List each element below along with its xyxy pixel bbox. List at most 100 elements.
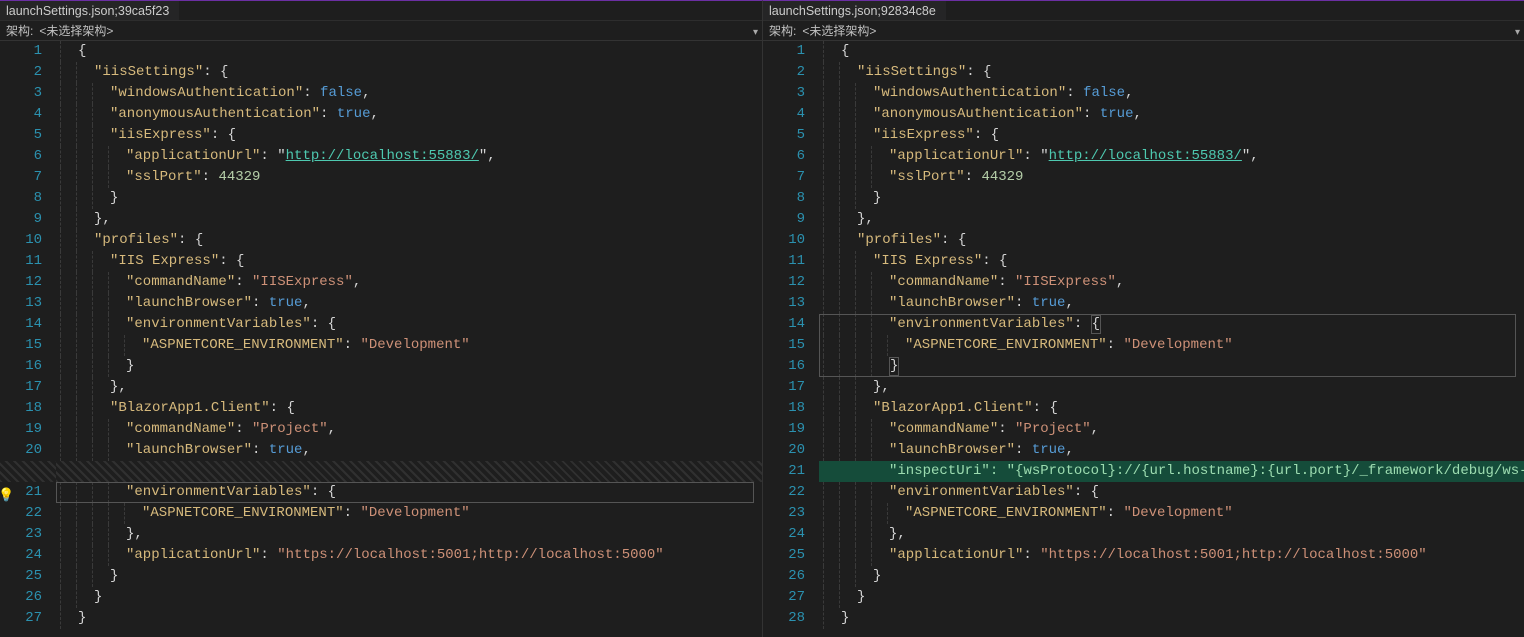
code-text[interactable]: "windowsAuthentication": false, xyxy=(108,83,762,104)
lightbulb-icon[interactable]: 💡 xyxy=(0,485,12,499)
code-text[interactable]: }, xyxy=(124,524,762,545)
code-text[interactable]: "iisExpress": { xyxy=(871,125,1524,146)
code-line[interactable]: 1{ xyxy=(763,41,1524,62)
code-line[interactable]: 7"sslPort": 44329 xyxy=(0,167,762,188)
code-line[interactable]: 6"applicationUrl": "http://localhost:558… xyxy=(763,146,1524,167)
code-cell[interactable]: } xyxy=(819,608,1524,629)
code-text[interactable]: "BlazorApp1.Client": { xyxy=(871,398,1524,419)
code-text[interactable]: } xyxy=(76,608,762,629)
code-cell[interactable]: "iisSettings": { xyxy=(56,62,762,83)
code-cell[interactable]: "ASPNETCORE_ENVIRONMENT": "Development" xyxy=(819,335,1524,356)
code-cell[interactable]: } xyxy=(56,566,762,587)
code-cell[interactable]: "environmentVariables": { xyxy=(56,314,762,335)
code-text[interactable]: "applicationUrl": "https://localhost:500… xyxy=(124,545,762,566)
code-line[interactable]: 13"launchBrowser": true, xyxy=(0,293,762,314)
code-line[interactable]: 14"environmentVariables": { xyxy=(0,314,762,335)
code-cell[interactable]: "commandName": "IISExpress", xyxy=(819,272,1524,293)
code-cell[interactable]: "applicationUrl": "https://localhost:500… xyxy=(56,545,762,566)
code-cell[interactable]: "profiles": { xyxy=(819,230,1524,251)
code-text[interactable]: }, xyxy=(92,209,762,230)
code-line[interactable]: 24"applicationUrl": "https://localhost:5… xyxy=(0,545,762,566)
code-cell[interactable]: } xyxy=(819,356,1524,377)
code-line[interactable]: 14"environmentVariables": { xyxy=(763,314,1524,335)
code-cell[interactable]: }, xyxy=(819,524,1524,545)
code-cell[interactable]: "ASPNETCORE_ENVIRONMENT": "Development" xyxy=(819,503,1524,524)
code-text[interactable]: "iisSettings": { xyxy=(855,62,1524,83)
code-cell[interactable]: { xyxy=(819,41,1524,62)
code-cell[interactable]: "applicationUrl": "http://localhost:5588… xyxy=(819,146,1524,167)
code-line[interactable]: 3"windowsAuthentication": false, xyxy=(763,83,1524,104)
code-line[interactable]: 21"inspectUri": "{wsProtocol}://{url.hos… xyxy=(763,461,1524,482)
arch-value-right[interactable]: <未选择架构> xyxy=(802,21,876,41)
code-text[interactable]: "ASPNETCORE_ENVIRONMENT": "Development" xyxy=(140,335,762,356)
code-line[interactable]: 8} xyxy=(763,188,1524,209)
code-text[interactable]: "launchBrowser": true, xyxy=(887,440,1524,461)
code-text[interactable]: "launchBrowser": true, xyxy=(887,293,1524,314)
code-line[interactable]: 19"commandName": "Project", xyxy=(0,419,762,440)
code-text[interactable]: "profiles": { xyxy=(855,230,1524,251)
code-line[interactable]: 12"commandName": "IISExpress", xyxy=(763,272,1524,293)
code-line[interactable]: 21💡"environmentVariables": { xyxy=(0,482,762,503)
code-text[interactable]: } xyxy=(108,188,762,209)
code-line[interactable]: 2"iisSettings": { xyxy=(763,62,1524,83)
code-cell[interactable]: "environmentVariables": { xyxy=(56,482,762,503)
code-text[interactable]: }, xyxy=(887,524,1524,545)
code-text[interactable]: } xyxy=(124,356,762,377)
code-cell[interactable]: "profiles": { xyxy=(56,230,762,251)
code-cell[interactable]: "ASPNETCORE_ENVIRONMENT": "Development" xyxy=(56,503,762,524)
editor-right[interactable]: 1{2"iisSettings": {3"windowsAuthenticati… xyxy=(763,41,1524,637)
tab-left[interactable]: launchSettings.json;39ca5f23 xyxy=(0,1,180,20)
code-line[interactable]: 11"IIS Express": { xyxy=(0,251,762,272)
code-cell[interactable] xyxy=(56,461,762,482)
code-cell[interactable]: "launchBrowser": true, xyxy=(56,293,762,314)
code-cell[interactable]: { xyxy=(56,41,762,62)
code-cell[interactable]: "environmentVariables": { xyxy=(819,482,1524,503)
code-cell[interactable]: }, xyxy=(56,377,762,398)
chevron-down-icon[interactable]: ▾ xyxy=(753,23,758,43)
code-text[interactable]: }, xyxy=(108,377,762,398)
code-cell[interactable]: "anonymousAuthentication": true, xyxy=(819,104,1524,125)
code-line[interactable]: 9}, xyxy=(0,209,762,230)
code-line[interactable] xyxy=(0,461,762,482)
code-text[interactable]: "applicationUrl": "https://localhost:500… xyxy=(887,545,1524,566)
code-cell[interactable]: "launchBrowser": true, xyxy=(819,440,1524,461)
code-line[interactable]: 13"launchBrowser": true, xyxy=(763,293,1524,314)
code-cell[interactable]: } xyxy=(56,608,762,629)
code-text[interactable]: "profiles": { xyxy=(92,230,762,251)
code-text[interactable]: { xyxy=(839,41,1524,62)
code-line[interactable]: 15"ASPNETCORE_ENVIRONMENT": "Development… xyxy=(0,335,762,356)
code-line[interactable]: 26} xyxy=(763,566,1524,587)
code-text[interactable]: "sslPort": 44329 xyxy=(887,167,1524,188)
code-cell[interactable]: "environmentVariables": { xyxy=(819,314,1524,335)
code-line[interactable]: 27} xyxy=(763,587,1524,608)
code-cell[interactable]: "applicationUrl": "http://localhost:5588… xyxy=(56,146,762,167)
code-cell[interactable]: "commandName": "IISExpress", xyxy=(56,272,762,293)
code-cell[interactable]: "BlazorApp1.Client": { xyxy=(56,398,762,419)
code-cell[interactable]: "applicationUrl": "https://localhost:500… xyxy=(819,545,1524,566)
code-cell[interactable]: } xyxy=(56,356,762,377)
code-text[interactable]: "IIS Express": { xyxy=(108,251,762,272)
code-text[interactable]: "anonymousAuthentication": true, xyxy=(871,104,1524,125)
code-text[interactable]: "iisExpress": { xyxy=(108,125,762,146)
code-line[interactable]: 17}, xyxy=(0,377,762,398)
code-line[interactable]: 18"BlazorApp1.Client": { xyxy=(763,398,1524,419)
code-line[interactable]: 18"BlazorApp1.Client": { xyxy=(0,398,762,419)
code-cell[interactable]: }, xyxy=(56,524,762,545)
code-line[interactable]: 25"applicationUrl": "https://localhost:5… xyxy=(763,545,1524,566)
code-line[interactable]: 4"anonymousAuthentication": true, xyxy=(763,104,1524,125)
code-text[interactable]: "environmentVariables": { xyxy=(124,482,762,503)
code-cell[interactable]: } xyxy=(56,188,762,209)
code-text[interactable]: "windowsAuthentication": false, xyxy=(871,83,1524,104)
code-line[interactable]: 10"profiles": { xyxy=(763,230,1524,251)
code-line[interactable]: 15"ASPNETCORE_ENVIRONMENT": "Development… xyxy=(763,335,1524,356)
arch-value-left[interactable]: <未选择架构> xyxy=(39,21,113,41)
code-cell[interactable]: "iisSettings": { xyxy=(819,62,1524,83)
code-line[interactable]: 17}, xyxy=(763,377,1524,398)
code-cell[interactable]: "launchBrowser": true, xyxy=(56,440,762,461)
code-text[interactable]: "environmentVariables": { xyxy=(887,314,1524,335)
code-text[interactable]: } xyxy=(92,587,762,608)
code-text[interactable]: "ASPNETCORE_ENVIRONMENT": "Development" xyxy=(903,503,1524,524)
code-line[interactable]: 12"commandName": "IISExpress", xyxy=(0,272,762,293)
code-cell[interactable]: "sslPort": 44329 xyxy=(56,167,762,188)
code-line[interactable]: 16} xyxy=(763,356,1524,377)
